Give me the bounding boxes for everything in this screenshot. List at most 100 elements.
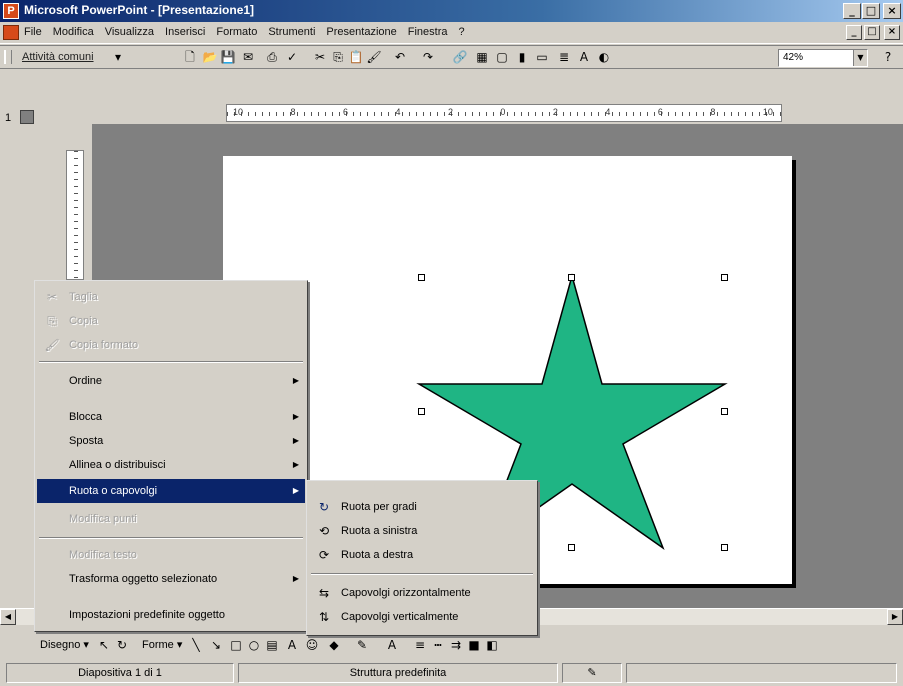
menu-item-rotate-flip[interactable]: Ruota o capovolgi ▶ [37, 479, 305, 503]
menu-item-default-object-settings[interactable]: Impostazioni predefinite oggetto [37, 603, 305, 627]
cut-icon[interactable]: ✂ [312, 50, 328, 65]
submenu-item-flip-vertical[interactable]: ⇅ Capovolgi verticalmente [309, 605, 535, 629]
rectangle-icon[interactable]: □ [228, 637, 244, 653]
slide-thumbnail-icon[interactable] [20, 110, 34, 124]
minimize-button[interactable]: _ [843, 3, 861, 19]
powerpoint-window: P Microsoft PowerPoint - [Presentazione1… [0, 0, 903, 686]
ruler-label: 8 [290, 107, 296, 117]
menu-finestra[interactable]: Finestra [408, 26, 448, 38]
tasks-dropdown-icon[interactable]: ▾ [110, 50, 126, 65]
menu-modifica[interactable]: Modifica [53, 26, 94, 38]
resize-handle-top[interactable] [568, 274, 575, 281]
toolbar-grip[interactable] [4, 50, 12, 64]
menu-formato[interactable]: Formato [216, 26, 257, 38]
free-rotate-tool-icon[interactable]: ↻ [114, 637, 130, 653]
grayscale-icon[interactable]: ◐ [596, 50, 612, 65]
menu-presentazione[interactable]: Presentazione [326, 26, 396, 38]
select-objects-icon[interactable]: ↖ [96, 637, 112, 653]
doc-close-button[interactable]: × [884, 25, 900, 40]
scissors-icon: ✂ [46, 290, 58, 304]
menu-item-nudge[interactable]: Sposta ▶ [37, 429, 305, 453]
submenu-item-rotate-right[interactable]: ⟳ Ruota a destra [309, 543, 535, 567]
resize-handle-bottom-right[interactable] [721, 544, 728, 551]
vertical-ruler[interactable] [66, 150, 84, 280]
submenu-item-free-rotate[interactable]: ↻ Ruota per gradi [309, 495, 535, 519]
expand-all-icon[interactable]: ≣ [556, 50, 572, 65]
arrow-style-icon[interactable]: ⇉ [448, 637, 464, 653]
spelling-status-icon[interactable]: ✎ [562, 663, 622, 683]
menu-help[interactable]: ? [459, 26, 465, 38]
arrow-icon[interactable]: ↘ [208, 637, 224, 653]
redo-icon[interactable]: ↷ [420, 50, 436, 65]
autoshapes-button[interactable]: Forme ▾ [142, 636, 182, 654]
scroll-left-icon[interactable]: ◀ [0, 609, 16, 625]
menu-item-transform-object[interactable]: Trasforma oggetto selezionato ▶ [37, 567, 305, 591]
help-icon[interactable]: ? [880, 50, 896, 65]
print-icon[interactable]: ⎙ [264, 50, 280, 65]
menu-inserisci[interactable]: Inserisci [165, 26, 205, 38]
resize-handle-left[interactable] [418, 408, 425, 415]
menu-item-group[interactable]: Blocca ▶ [37, 405, 305, 429]
menu-visualizza[interactable]: Visualizza [105, 26, 154, 38]
resize-handle-bottom[interactable] [568, 544, 575, 551]
ruler-label: 10 [233, 107, 244, 117]
rotate-right-icon: ⟳ [318, 548, 330, 562]
maximize-button[interactable]: □ [862, 3, 880, 19]
copy-icon[interactable]: ⎘ [330, 50, 346, 65]
zoom-select[interactable]: 42% ▼ [778, 49, 868, 67]
dash-style-icon[interactable]: ┅ [430, 637, 446, 653]
wordart-icon[interactable]: A [284, 637, 300, 653]
show-formatting-icon[interactable]: A [576, 50, 592, 65]
paste-icon[interactable]: 📋 [348, 50, 364, 65]
3d-icon[interactable]: ◧ [484, 637, 500, 653]
menu-item-align-distribute[interactable]: Allinea o distribuisci ▶ [37, 453, 305, 477]
powerpoint-app-icon[interactable]: P [3, 3, 19, 19]
line-icon[interactable]: ╲ [188, 637, 204, 653]
menu-item-edit-points[interactable]: Modifica punti [37, 507, 305, 531]
shadow-icon[interactable]: ■ [466, 637, 482, 653]
horizontal-ruler[interactable]: 10 8 6 4 2 0 2 4 6 8 10 [226, 104, 782, 122]
resize-handle-top-right[interactable] [721, 274, 728, 281]
email-icon[interactable]: ✉ [240, 50, 256, 65]
oval-icon[interactable]: ○ [246, 637, 262, 653]
menu-item-format-painter[interactable]: 🖌 Copia formato [37, 333, 305, 357]
document-icon[interactable] [3, 25, 19, 40]
menu-item-copy[interactable]: ⎘ Copia [37, 309, 305, 333]
menu-item-cut[interactable]: ✂ Taglia [37, 285, 305, 309]
open-folder-icon[interactable]: 📂 [202, 50, 218, 65]
draw-menu-button[interactable]: Disegno ▾ [40, 636, 89, 654]
undo-icon[interactable]: ↶ [392, 50, 408, 65]
submenu-item-flip-horizontal[interactable]: ⇆ Capovolgi orizzontalmente [309, 581, 535, 605]
text-box-icon[interactable]: ▤ [264, 637, 280, 653]
zoom-dropdown-icon[interactable]: ▼ [853, 50, 867, 66]
tables-borders-icon[interactable]: ▢ [494, 50, 510, 65]
close-button[interactable]: × [883, 3, 901, 19]
new-slide-icon[interactable]: ▭ [534, 50, 550, 65]
rotate-flip-submenu: ↻ Ruota per gradi ⟲ Ruota a sinistra ⟳ R… [306, 480, 538, 636]
doc-restore-button[interactable]: □ [864, 25, 880, 40]
flip-vertical-icon: ⇅ [318, 610, 330, 624]
font-color-icon[interactable]: A [384, 637, 400, 653]
doc-minimize-button[interactable]: _ [846, 25, 862, 40]
menu-item-edit-text[interactable]: Modifica testo [37, 543, 305, 567]
hyperlink-icon[interactable]: 🔗 [452, 50, 468, 65]
submenu-item-rotate-left[interactable]: ⟲ Ruota a sinistra [309, 519, 535, 543]
fill-color-icon[interactable]: ◆ [326, 637, 342, 653]
line-style-icon[interactable]: ≡ [412, 637, 428, 653]
ruler-label: 2 [552, 107, 558, 117]
new-document-icon[interactable]: 🗋 [182, 50, 198, 65]
scroll-right-icon[interactable]: ▶ [887, 609, 903, 625]
common-tasks-button[interactable]: Attività comuni [22, 51, 94, 63]
clipart-icon[interactable]: ☺ [304, 637, 320, 653]
menu-item-order[interactable]: Ordine ▶ [37, 369, 305, 393]
resize-handle-right[interactable] [721, 408, 728, 415]
insert-chart-icon[interactable]: ▮ [514, 50, 530, 65]
line-color-icon[interactable]: ✎ [354, 637, 370, 653]
resize-handle-top-left[interactable] [418, 274, 425, 281]
spelling-icon[interactable]: ✓ [284, 50, 300, 65]
format-painter-icon[interactable]: 🖌 [366, 50, 382, 65]
menu-file[interactable]: File [24, 26, 42, 38]
insert-table-icon[interactable]: ▦ [474, 50, 490, 65]
menu-strumenti[interactable]: Strumenti [268, 26, 315, 38]
save-icon[interactable]: 💾 [220, 50, 236, 65]
